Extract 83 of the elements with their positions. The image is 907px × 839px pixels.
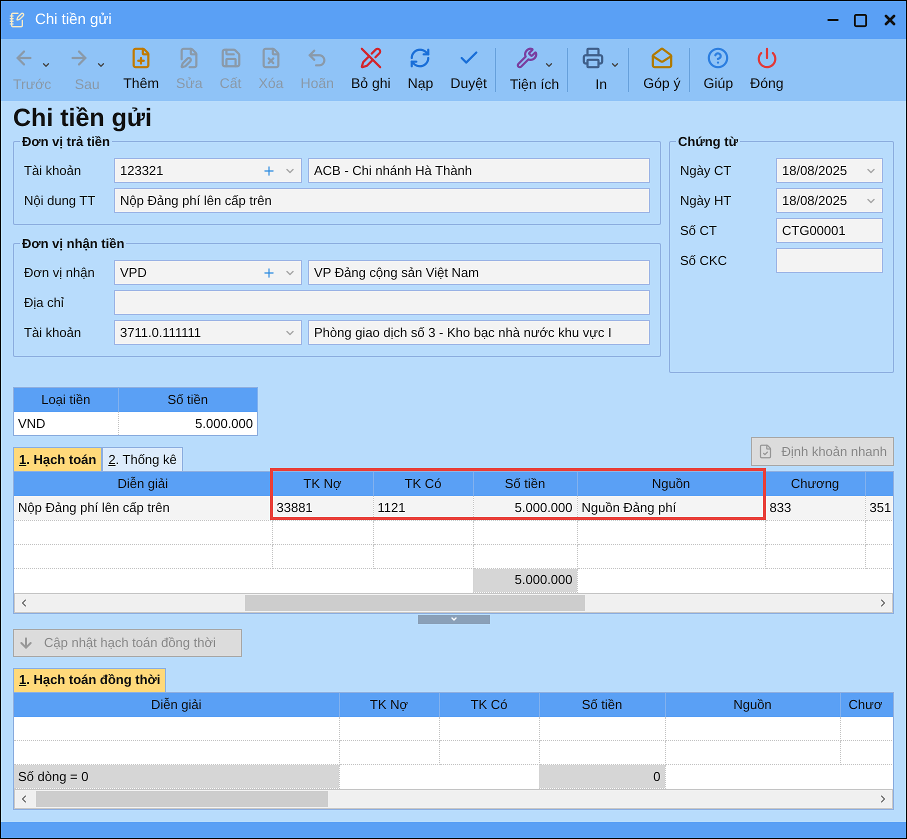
input-field[interactable]: VP Đảng cộng sản Việt Nam <box>308 260 650 285</box>
field-label: Nội dung TT <box>24 192 96 210</box>
field-label: Ngày CT <box>680 162 732 180</box>
splitter-handle[interactable] <box>418 614 490 624</box>
input-field[interactable]: 123321 <box>114 158 302 183</box>
tools-icon <box>516 46 538 68</box>
add-icon[interactable] <box>262 164 276 178</box>
column-header: TK Nợ <box>272 472 373 496</box>
field-label: Tài khoản <box>24 324 82 342</box>
delete-document-icon <box>260 46 282 68</box>
row-count-cell: Số dòng = 0 <box>14 764 339 788</box>
toolbar-button[interactable]: In <box>574 48 630 92</box>
toolbar-button[interactable]: Duyệt <box>442 48 496 92</box>
app-icon <box>9 12 25 28</box>
column-header: Nguồn <box>665 692 840 716</box>
table-cell: 833 <box>765 496 865 520</box>
column-header: TK Có <box>439 692 539 716</box>
table-cell: VND <box>14 412 118 436</box>
pen-cross-icon <box>360 46 382 68</box>
input-field[interactable]: 18/08/2025 <box>776 188 883 213</box>
column-header: Chươ <box>840 692 893 716</box>
document-check-icon <box>758 444 774 459</box>
field-label: Số CKC <box>680 252 728 270</box>
toolbar-button[interactable]: Thêm <box>115 48 168 92</box>
total-cell: 5.000.000 <box>473 568 577 592</box>
envelope-icon <box>650 46 673 68</box>
close-icon[interactable] <box>882 12 898 28</box>
scrollbar-thumb[interactable] <box>36 791 328 807</box>
tab[interactable]: 1. Hạch toán <box>13 447 102 471</box>
toolbar-button[interactable]: Tiện ích <box>502 48 568 92</box>
tab[interactable]: 1. Hạch toán đồng thời <box>13 668 166 692</box>
page-title: Chi tiền gửi <box>13 103 153 134</box>
input-field[interactable]: 3711.0.111111 <box>114 320 302 345</box>
help-icon <box>707 46 730 68</box>
column-header: Diễn giải <box>14 472 272 496</box>
column-header: Số tiền <box>539 692 665 716</box>
column-header: TK Nợ <box>339 692 439 716</box>
table-cell: 33881 <box>272 496 373 520</box>
input-field[interactable]: VPD <box>114 260 302 285</box>
refresh-icon <box>409 46 432 68</box>
column-header: Nguồn <box>577 472 765 496</box>
edit-document-icon <box>178 46 200 68</box>
total-cell: 0 <box>539 764 665 788</box>
printer-icon <box>582 46 604 68</box>
tab[interactable]: 2. Thống kê <box>102 447 183 471</box>
column-header: Chương <box>765 472 865 496</box>
column-header: Số tiền <box>473 472 577 496</box>
add-icon[interactable] <box>262 266 276 280</box>
undo-icon <box>306 46 328 68</box>
table-cell: 5.000.000 <box>473 496 577 520</box>
toolbar-button[interactable]: Đóng <box>742 48 793 92</box>
toolbar-button[interactable]: Bỏ ghi <box>342 48 400 92</box>
toolbar-button[interactable]: Giúp <box>696 48 742 92</box>
field-label: Đơn vị nhận <box>24 264 96 282</box>
save-icon <box>220 46 242 68</box>
column-header: Số tiền <box>118 388 258 412</box>
field-label: Tài khoản <box>24 162 82 180</box>
column-header: Diễn giải <box>14 692 339 716</box>
input-field[interactable] <box>114 290 650 315</box>
column-header: Loại tiền <box>14 388 118 412</box>
input-field[interactable] <box>776 248 883 273</box>
input-field[interactable]: CTG00001 <box>776 218 883 243</box>
chevron-down-icon <box>450 615 458 623</box>
table-cell: Nộp Đảng phí lên cấp trên <box>14 496 272 520</box>
table-cell: Nguồn Đảng phí <box>577 496 765 520</box>
toolbar-button[interactable]: Góp ý <box>635 48 690 92</box>
field-label: Ngày HT <box>680 192 732 210</box>
field-label: Địa chỉ <box>24 294 65 312</box>
table-cell: 351 <box>865 496 893 520</box>
maximize-icon[interactable] <box>853 12 868 28</box>
input-field[interactable]: Phòng giao dịch số 3 - Kho bạc nhà nước khu vực I <box>308 320 650 345</box>
scrollbar-thumb[interactable] <box>245 594 585 610</box>
power-icon <box>756 46 778 68</box>
window-title: Chi tiền gửi <box>35 10 112 30</box>
table-cell: 1121 <box>373 496 473 520</box>
new-document-icon <box>130 46 152 68</box>
field-label: Số CT <box>680 222 718 240</box>
toolbar-button[interactable]: Nạp <box>400 48 442 92</box>
input-field[interactable]: 18/08/2025 <box>776 158 883 183</box>
column-header: TK Có <box>373 472 473 496</box>
input-field[interactable]: Nộp Đảng phí lên cấp trên <box>114 188 650 213</box>
table-cell: 5.000.000 <box>118 412 258 436</box>
input-field[interactable]: ACB - Chi nhánh Hà Thành <box>308 158 650 183</box>
